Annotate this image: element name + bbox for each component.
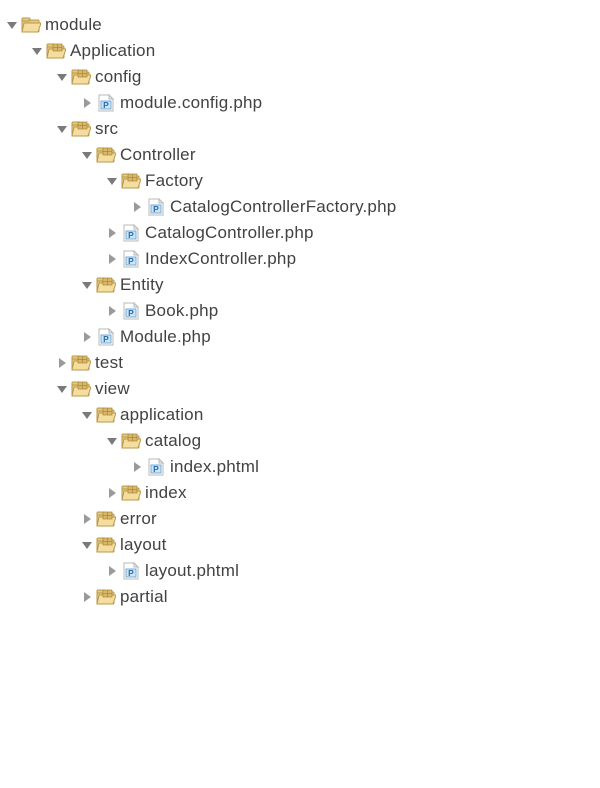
package-folder-icon: [71, 120, 91, 138]
expand-open-icon[interactable]: [4, 18, 19, 33]
expand-closed-icon[interactable]: [79, 330, 94, 345]
php-file-icon: [121, 224, 141, 242]
expand-closed-icon[interactable]: [79, 96, 94, 111]
tree-row[interactable]: src: [4, 116, 596, 142]
tree-row[interactable]: CatalogControllerFactory.php: [4, 194, 596, 220]
tree-item-label: view: [95, 379, 130, 399]
expand-closed-icon[interactable]: [104, 486, 119, 501]
tree-item-label: Application: [70, 41, 155, 61]
tree-row[interactable]: IndexController.php: [4, 246, 596, 272]
tree-row[interactable]: layout.phtml: [4, 558, 596, 584]
expand-closed-icon[interactable]: [104, 226, 119, 241]
tree-row[interactable]: config: [4, 64, 596, 90]
expand-open-icon[interactable]: [54, 382, 69, 397]
package-folder-icon: [71, 380, 91, 398]
expand-closed-icon[interactable]: [129, 200, 144, 215]
tree-item-label: config: [95, 67, 142, 87]
tree-item-label: CatalogController.php: [145, 223, 314, 243]
tree-item-label: layout.phtml: [145, 561, 239, 581]
package-folder-icon: [96, 146, 116, 164]
tree-row[interactable]: CatalogController.php: [4, 220, 596, 246]
tree-row[interactable]: index.phtml: [4, 454, 596, 480]
php-file-icon: [146, 198, 166, 216]
tree-item-label: Book.php: [145, 301, 218, 321]
tree-row[interactable]: view: [4, 376, 596, 402]
tree-row[interactable]: catalog: [4, 428, 596, 454]
tree-row[interactable]: Entity: [4, 272, 596, 298]
expand-open-icon[interactable]: [104, 434, 119, 449]
tree-item-label: Entity: [120, 275, 164, 295]
package-folder-icon: [96, 406, 116, 424]
expand-open-icon[interactable]: [29, 44, 44, 59]
expand-open-icon[interactable]: [54, 70, 69, 85]
expand-closed-icon[interactable]: [104, 304, 119, 319]
expand-open-icon[interactable]: [104, 174, 119, 189]
tree-row[interactable]: partial: [4, 584, 596, 610]
package-folder-icon: [96, 536, 116, 554]
tree-item-label: module: [45, 15, 102, 35]
tree-row[interactable]: Module.php: [4, 324, 596, 350]
tree-item-label: catalog: [145, 431, 201, 451]
expand-closed-icon[interactable]: [104, 252, 119, 267]
package-folder-icon: [96, 588, 116, 606]
tree-row[interactable]: module: [4, 12, 596, 38]
tree-row[interactable]: test: [4, 350, 596, 376]
php-file-icon: [146, 458, 166, 476]
tree-item-label: layout: [120, 535, 167, 555]
package-folder-icon: [121, 172, 141, 190]
tree-item-label: index: [145, 483, 187, 503]
tree-row[interactable]: Factory: [4, 168, 596, 194]
expand-open-icon[interactable]: [79, 278, 94, 293]
expand-closed-icon[interactable]: [54, 356, 69, 371]
php-file-icon: [96, 94, 116, 112]
php-file-icon: [121, 250, 141, 268]
expand-closed-icon[interactable]: [129, 460, 144, 475]
tree-row[interactable]: Book.php: [4, 298, 596, 324]
package-folder-icon: [96, 510, 116, 528]
tree-item-label: test: [95, 353, 123, 373]
tree-row[interactable]: error: [4, 506, 596, 532]
tree-item-label: CatalogControllerFactory.php: [170, 197, 396, 217]
package-folder-icon: [96, 276, 116, 294]
package-folder-icon: [121, 432, 141, 450]
tree-item-label: application: [120, 405, 203, 425]
php-file-icon: [96, 328, 116, 346]
expand-open-icon[interactable]: [79, 148, 94, 163]
php-file-icon: [121, 562, 141, 580]
expand-closed-icon[interactable]: [79, 590, 94, 605]
php-file-icon: [121, 302, 141, 320]
tree-item-label: partial: [120, 587, 168, 607]
package-folder-icon: [71, 68, 91, 86]
expand-open-icon[interactable]: [79, 538, 94, 553]
tree-row[interactable]: Controller: [4, 142, 596, 168]
tree-row[interactable]: module.config.php: [4, 90, 596, 116]
tree-row[interactable]: layout: [4, 532, 596, 558]
expand-open-icon[interactable]: [79, 408, 94, 423]
tree-row[interactable]: application: [4, 402, 596, 428]
expand-closed-icon[interactable]: [79, 512, 94, 527]
tree-item-label: Module.php: [120, 327, 211, 347]
tree-item-label: src: [95, 119, 118, 139]
package-folder-icon: [71, 354, 91, 372]
tree-item-label: Factory: [145, 171, 203, 191]
tree-item-label: error: [120, 509, 157, 529]
package-folder-icon: [46, 42, 66, 60]
tree-item-label: module.config.php: [120, 93, 262, 113]
tree-row[interactable]: Application: [4, 38, 596, 64]
expand-closed-icon[interactable]: [104, 564, 119, 579]
package-folder-icon: [121, 484, 141, 502]
tree-item-label: Controller: [120, 145, 196, 165]
tree-item-label: IndexController.php: [145, 249, 296, 269]
tree-item-label: index.phtml: [170, 457, 259, 477]
file-tree: module Application config module.config.php…: [4, 12, 596, 610]
tree-row[interactable]: index: [4, 480, 596, 506]
expand-open-icon[interactable]: [54, 122, 69, 137]
folder-open-icon: [21, 16, 41, 34]
